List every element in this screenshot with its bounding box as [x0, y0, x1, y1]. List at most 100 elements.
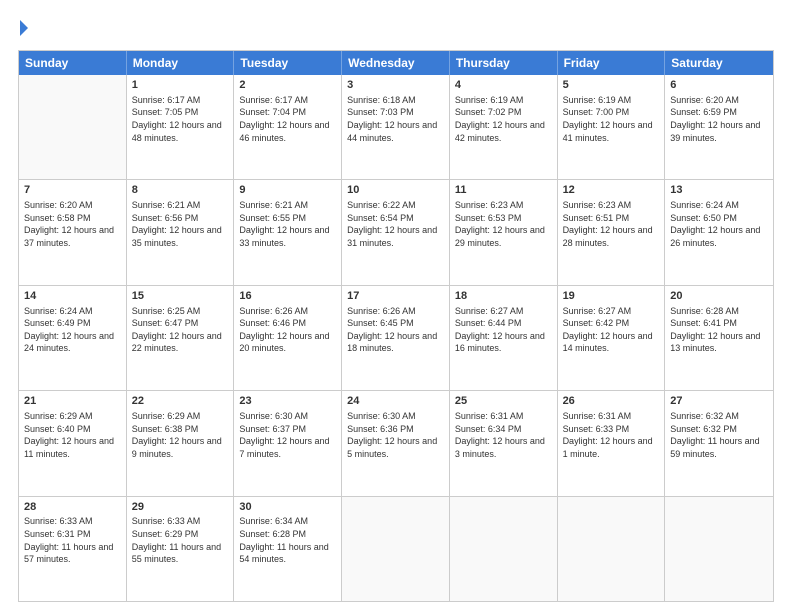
cell-info: Sunrise: 6:24 AMSunset: 6:49 PMDaylight:…	[24, 305, 121, 355]
page: SundayMondayTuesdayWednesdayThursdayFrid…	[0, 0, 792, 612]
calendar-cell	[450, 497, 558, 601]
cell-info: Sunrise: 6:18 AMSunset: 7:03 PMDaylight:…	[347, 94, 444, 144]
calendar-cell: 25Sunrise: 6:31 AMSunset: 6:34 PMDayligh…	[450, 391, 558, 495]
cell-info: Sunrise: 6:28 AMSunset: 6:41 PMDaylight:…	[670, 305, 768, 355]
cell-info: Sunrise: 6:32 AMSunset: 6:32 PMDaylight:…	[670, 410, 768, 460]
cell-info: Sunrise: 6:33 AMSunset: 6:29 PMDaylight:…	[132, 515, 229, 565]
calendar-cell: 23Sunrise: 6:30 AMSunset: 6:37 PMDayligh…	[234, 391, 342, 495]
day-number: 14	[24, 289, 121, 304]
calendar-cell: 3Sunrise: 6:18 AMSunset: 7:03 PMDaylight…	[342, 75, 450, 179]
calendar-row: 14Sunrise: 6:24 AMSunset: 6:49 PMDayligh…	[19, 286, 773, 391]
calendar-cell: 19Sunrise: 6:27 AMSunset: 6:42 PMDayligh…	[558, 286, 666, 390]
calendar-cell: 26Sunrise: 6:31 AMSunset: 6:33 PMDayligh…	[558, 391, 666, 495]
day-number: 7	[24, 183, 121, 198]
calendar-row: 21Sunrise: 6:29 AMSunset: 6:40 PMDayligh…	[19, 391, 773, 496]
logo-text	[18, 20, 28, 42]
calendar-cell: 22Sunrise: 6:29 AMSunset: 6:38 PMDayligh…	[127, 391, 235, 495]
logo-triangle-icon	[20, 20, 28, 36]
day-number: 21	[24, 394, 121, 409]
calendar-cell: 4Sunrise: 6:19 AMSunset: 7:02 PMDaylight…	[450, 75, 558, 179]
cell-info: Sunrise: 6:23 AMSunset: 6:51 PMDaylight:…	[563, 199, 660, 249]
calendar-cell: 9Sunrise: 6:21 AMSunset: 6:55 PMDaylight…	[234, 180, 342, 284]
calendar-body: 1Sunrise: 6:17 AMSunset: 7:05 PMDaylight…	[19, 75, 773, 601]
cell-info: Sunrise: 6:25 AMSunset: 6:47 PMDaylight:…	[132, 305, 229, 355]
calendar-cell	[665, 497, 773, 601]
day-number: 19	[563, 289, 660, 304]
day-number: 9	[239, 183, 336, 198]
day-number: 2	[239, 78, 336, 93]
calendar-cell: 17Sunrise: 6:26 AMSunset: 6:45 PMDayligh…	[342, 286, 450, 390]
calendar-cell: 8Sunrise: 6:21 AMSunset: 6:56 PMDaylight…	[127, 180, 235, 284]
calendar-row: 1Sunrise: 6:17 AMSunset: 7:05 PMDaylight…	[19, 75, 773, 180]
header	[18, 16, 774, 42]
cell-info: Sunrise: 6:20 AMSunset: 6:59 PMDaylight:…	[670, 94, 768, 144]
calendar-cell: 12Sunrise: 6:23 AMSunset: 6:51 PMDayligh…	[558, 180, 666, 284]
cell-info: Sunrise: 6:21 AMSunset: 6:56 PMDaylight:…	[132, 199, 229, 249]
calendar-header-day: Monday	[127, 51, 235, 75]
cell-info: Sunrise: 6:31 AMSunset: 6:33 PMDaylight:…	[563, 410, 660, 460]
calendar-cell: 2Sunrise: 6:17 AMSunset: 7:04 PMDaylight…	[234, 75, 342, 179]
day-number: 22	[132, 394, 229, 409]
calendar-cell	[558, 497, 666, 601]
logo-blue	[18, 20, 28, 42]
cell-info: Sunrise: 6:27 AMSunset: 6:42 PMDaylight:…	[563, 305, 660, 355]
cell-info: Sunrise: 6:26 AMSunset: 6:45 PMDaylight:…	[347, 305, 444, 355]
calendar-cell: 5Sunrise: 6:19 AMSunset: 7:00 PMDaylight…	[558, 75, 666, 179]
day-number: 24	[347, 394, 444, 409]
cell-info: Sunrise: 6:17 AMSunset: 7:05 PMDaylight:…	[132, 94, 229, 144]
day-number: 10	[347, 183, 444, 198]
calendar-cell: 20Sunrise: 6:28 AMSunset: 6:41 PMDayligh…	[665, 286, 773, 390]
calendar: SundayMondayTuesdayWednesdayThursdayFrid…	[18, 50, 774, 602]
calendar-cell: 16Sunrise: 6:26 AMSunset: 6:46 PMDayligh…	[234, 286, 342, 390]
day-number: 28	[24, 500, 121, 515]
calendar-cell: 21Sunrise: 6:29 AMSunset: 6:40 PMDayligh…	[19, 391, 127, 495]
calendar-header-day: Sunday	[19, 51, 127, 75]
day-number: 5	[563, 78, 660, 93]
day-number: 16	[239, 289, 336, 304]
day-number: 29	[132, 500, 229, 515]
calendar-header-day: Saturday	[665, 51, 773, 75]
cell-info: Sunrise: 6:19 AMSunset: 7:02 PMDaylight:…	[455, 94, 552, 144]
calendar-cell: 13Sunrise: 6:24 AMSunset: 6:50 PMDayligh…	[665, 180, 773, 284]
day-number: 8	[132, 183, 229, 198]
day-number: 15	[132, 289, 229, 304]
day-number: 4	[455, 78, 552, 93]
calendar-cell: 24Sunrise: 6:30 AMSunset: 6:36 PMDayligh…	[342, 391, 450, 495]
day-number: 18	[455, 289, 552, 304]
calendar-cell: 1Sunrise: 6:17 AMSunset: 7:05 PMDaylight…	[127, 75, 235, 179]
day-number: 17	[347, 289, 444, 304]
calendar-header: SundayMondayTuesdayWednesdayThursdayFrid…	[19, 51, 773, 75]
calendar-cell: 28Sunrise: 6:33 AMSunset: 6:31 PMDayligh…	[19, 497, 127, 601]
day-number: 20	[670, 289, 768, 304]
logo	[18, 20, 28, 42]
cell-info: Sunrise: 6:20 AMSunset: 6:58 PMDaylight:…	[24, 199, 121, 249]
calendar-cell: 14Sunrise: 6:24 AMSunset: 6:49 PMDayligh…	[19, 286, 127, 390]
day-number: 27	[670, 394, 768, 409]
calendar-cell: 15Sunrise: 6:25 AMSunset: 6:47 PMDayligh…	[127, 286, 235, 390]
calendar-cell: 10Sunrise: 6:22 AMSunset: 6:54 PMDayligh…	[342, 180, 450, 284]
day-number: 3	[347, 78, 444, 93]
calendar-cell	[19, 75, 127, 179]
calendar-cell: 29Sunrise: 6:33 AMSunset: 6:29 PMDayligh…	[127, 497, 235, 601]
calendar-header-day: Tuesday	[234, 51, 342, 75]
cell-info: Sunrise: 6:33 AMSunset: 6:31 PMDaylight:…	[24, 515, 121, 565]
calendar-row: 28Sunrise: 6:33 AMSunset: 6:31 PMDayligh…	[19, 497, 773, 601]
cell-info: Sunrise: 6:30 AMSunset: 6:37 PMDaylight:…	[239, 410, 336, 460]
day-number: 6	[670, 78, 768, 93]
cell-info: Sunrise: 6:29 AMSunset: 6:38 PMDaylight:…	[132, 410, 229, 460]
calendar-cell: 6Sunrise: 6:20 AMSunset: 6:59 PMDaylight…	[665, 75, 773, 179]
day-number: 25	[455, 394, 552, 409]
cell-info: Sunrise: 6:19 AMSunset: 7:00 PMDaylight:…	[563, 94, 660, 144]
calendar-row: 7Sunrise: 6:20 AMSunset: 6:58 PMDaylight…	[19, 180, 773, 285]
day-number: 26	[563, 394, 660, 409]
cell-info: Sunrise: 6:17 AMSunset: 7:04 PMDaylight:…	[239, 94, 336, 144]
day-number: 30	[239, 500, 336, 515]
day-number: 12	[563, 183, 660, 198]
cell-info: Sunrise: 6:26 AMSunset: 6:46 PMDaylight:…	[239, 305, 336, 355]
calendar-header-day: Friday	[558, 51, 666, 75]
calendar-cell: 7Sunrise: 6:20 AMSunset: 6:58 PMDaylight…	[19, 180, 127, 284]
calendar-header-day: Wednesday	[342, 51, 450, 75]
cell-info: Sunrise: 6:30 AMSunset: 6:36 PMDaylight:…	[347, 410, 444, 460]
cell-info: Sunrise: 6:22 AMSunset: 6:54 PMDaylight:…	[347, 199, 444, 249]
cell-info: Sunrise: 6:29 AMSunset: 6:40 PMDaylight:…	[24, 410, 121, 460]
